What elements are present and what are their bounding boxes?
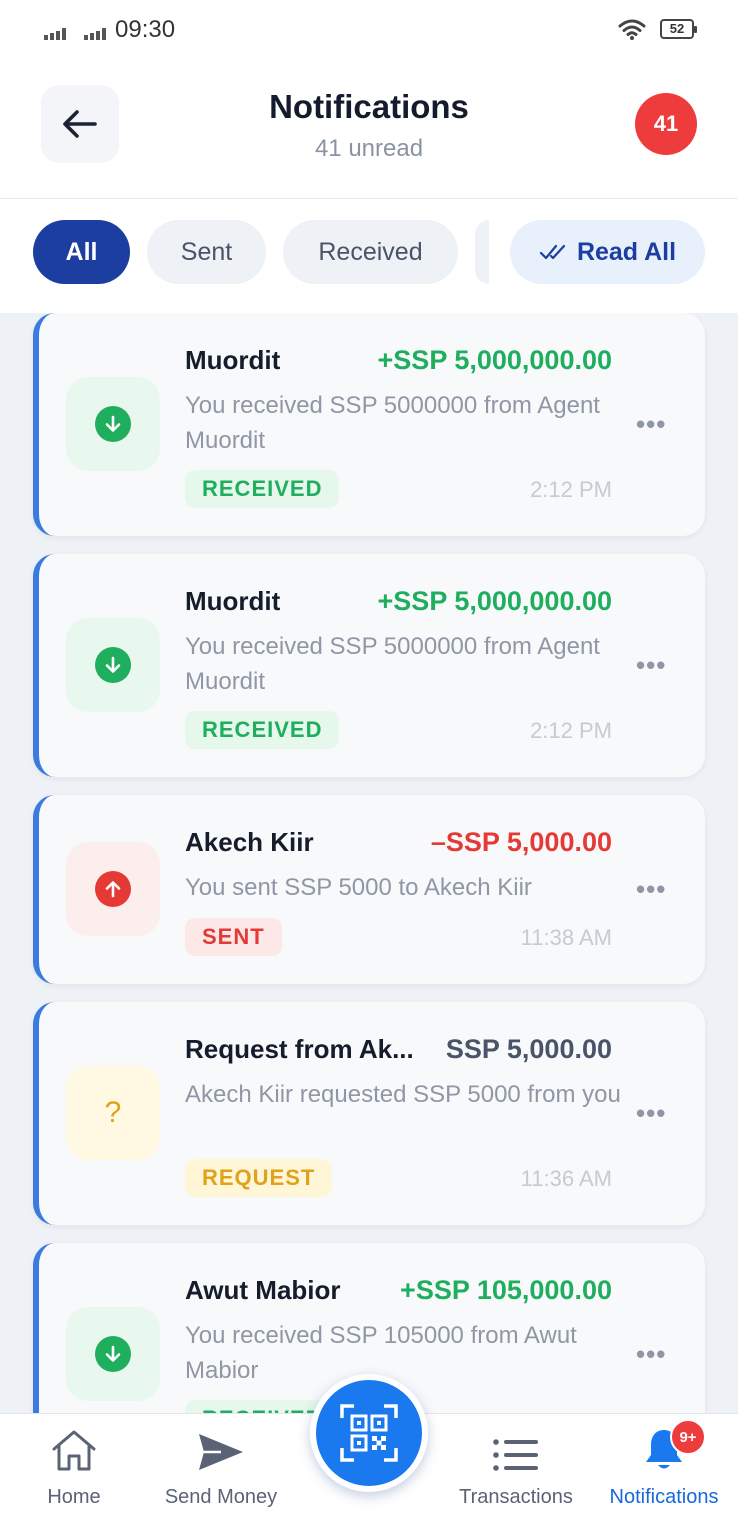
arrow-down-icon bbox=[105, 656, 121, 673]
nav-transactions[interactable]: Transactions bbox=[452, 1414, 580, 1513]
nav-notifications[interactable]: Notifications bbox=[600, 1414, 728, 1513]
more-options-icon[interactable]: ••• bbox=[636, 1339, 666, 1370]
notification-card[interactable]: Akech Kiir –SSP 5,000.00 You sent SSP 50… bbox=[33, 795, 705, 984]
sender-name: Muordit bbox=[185, 586, 281, 616]
page-header: Notifications 41 unread 41 bbox=[0, 62, 738, 199]
signal-icon-2 bbox=[84, 28, 106, 40]
more-options-icon[interactable]: ••• bbox=[636, 1098, 666, 1129]
qr-code-icon bbox=[340, 1404, 398, 1462]
amount-text: +SSP 5,000,000.00 bbox=[377, 345, 612, 375]
notification-description: Akech Kiir requested SSP 5000 from you bbox=[185, 1081, 621, 1108]
received-icon-box bbox=[66, 377, 160, 471]
amount-text: +SSP 5,000,000.00 bbox=[377, 586, 612, 616]
sender-name: Akech Kiir bbox=[185, 827, 314, 857]
nav-home-label: Home bbox=[47, 1486, 101, 1508]
arrow-up-icon bbox=[105, 881, 121, 898]
filter-sent-chip[interactable]: Sent bbox=[147, 220, 266, 284]
filter-bar: All Sent Received Read All bbox=[0, 199, 738, 313]
question-icon: ? bbox=[104, 1096, 122, 1129]
received-icon-box bbox=[66, 618, 160, 712]
send-icon bbox=[199, 1434, 243, 1470]
notification-card[interactable]: Muordit +SSP 5,000,000.00 You received S… bbox=[33, 313, 705, 536]
notification-time: 11:38 AM bbox=[520, 925, 612, 950]
notification-description: You sent SSP 5000 to Akech Kiir bbox=[185, 874, 532, 901]
list-icon bbox=[493, 1439, 538, 1471]
home-icon bbox=[52, 1430, 96, 1471]
unread-badge: 41 bbox=[635, 93, 697, 155]
sender-name: Request from Ak... bbox=[185, 1034, 414, 1064]
double-check-icon bbox=[539, 244, 566, 260]
read-all-button[interactable]: Read All bbox=[510, 220, 705, 284]
notification-time: 2:12 PM bbox=[530, 477, 612, 502]
battery-icon: 52 bbox=[660, 19, 697, 39]
amount-text: +SSP 105,000.00 bbox=[400, 1275, 612, 1305]
more-options-icon[interactable]: ••• bbox=[636, 650, 666, 681]
status-tag: SENT bbox=[185, 918, 282, 956]
notification-time: 11:36 AM bbox=[520, 1166, 612, 1191]
filter-chip-overflow[interactable] bbox=[475, 220, 489, 284]
more-options-icon[interactable]: ••• bbox=[636, 874, 666, 905]
status-tag: REQUEST bbox=[185, 1159, 333, 1197]
status-tag: RECEIVED bbox=[185, 711, 340, 749]
nav-send-money-label: Send Money bbox=[164, 1486, 278, 1508]
scan-qr-button[interactable] bbox=[310, 1374, 428, 1492]
status-bar: 09:30 52 bbox=[0, 0, 738, 62]
sender-name: Awut Mabior bbox=[185, 1275, 341, 1305]
read-all-label: Read All bbox=[576, 237, 677, 266]
notification-time: 2:12 PM bbox=[530, 718, 612, 743]
notifications-count-badge: 9+ bbox=[670, 1419, 706, 1455]
notification-description: You received SSP 5000000 from Agent Muor… bbox=[185, 633, 600, 695]
filter-all-chip[interactable]: All bbox=[33, 220, 130, 284]
status-tag: RECEIVED bbox=[185, 470, 340, 508]
notification-description: You received SSP 105000 from Awut Mabior bbox=[185, 1322, 577, 1384]
amount-text: SSP 5,000.00 bbox=[445, 1034, 612, 1064]
wifi-icon bbox=[618, 19, 646, 40]
notification-list[interactable]: Muordit +SSP 5,000,000.00 You received S… bbox=[0, 313, 738, 1413]
filter-received-chip[interactable]: Received bbox=[283, 220, 458, 284]
unread-count-text: 41 unread bbox=[314, 135, 424, 162]
nav-home[interactable]: Home bbox=[34, 1414, 114, 1513]
nav-transactions-label: Transactions bbox=[459, 1486, 573, 1508]
amount-text: –SSP 5,000.00 bbox=[430, 827, 612, 857]
received-icon-box bbox=[66, 1307, 160, 1401]
arrow-down-icon bbox=[105, 1345, 121, 1362]
notification-card[interactable]: ? Request from Ak... SSP 5,000.00 Akech … bbox=[33, 1002, 705, 1225]
status-time: 09:30 bbox=[115, 16, 176, 43]
signal-icon bbox=[44, 28, 66, 40]
more-options-icon[interactable]: ••• bbox=[636, 409, 666, 440]
page-title: Notifications bbox=[269, 88, 469, 125]
sent-icon-box bbox=[66, 842, 160, 936]
notification-card[interactable]: Muordit +SSP 5,000,000.00 You received S… bbox=[33, 554, 705, 777]
nav-send-money[interactable]: Send Money bbox=[161, 1414, 281, 1513]
notification-description: You received SSP 5000000 from Agent Muor… bbox=[185, 392, 600, 454]
sender-name: Muordit bbox=[185, 345, 281, 375]
nav-notifications-label: Notifications bbox=[609, 1486, 719, 1508]
arrow-down-icon bbox=[105, 415, 121, 432]
request-icon-box: ? bbox=[66, 1066, 160, 1160]
